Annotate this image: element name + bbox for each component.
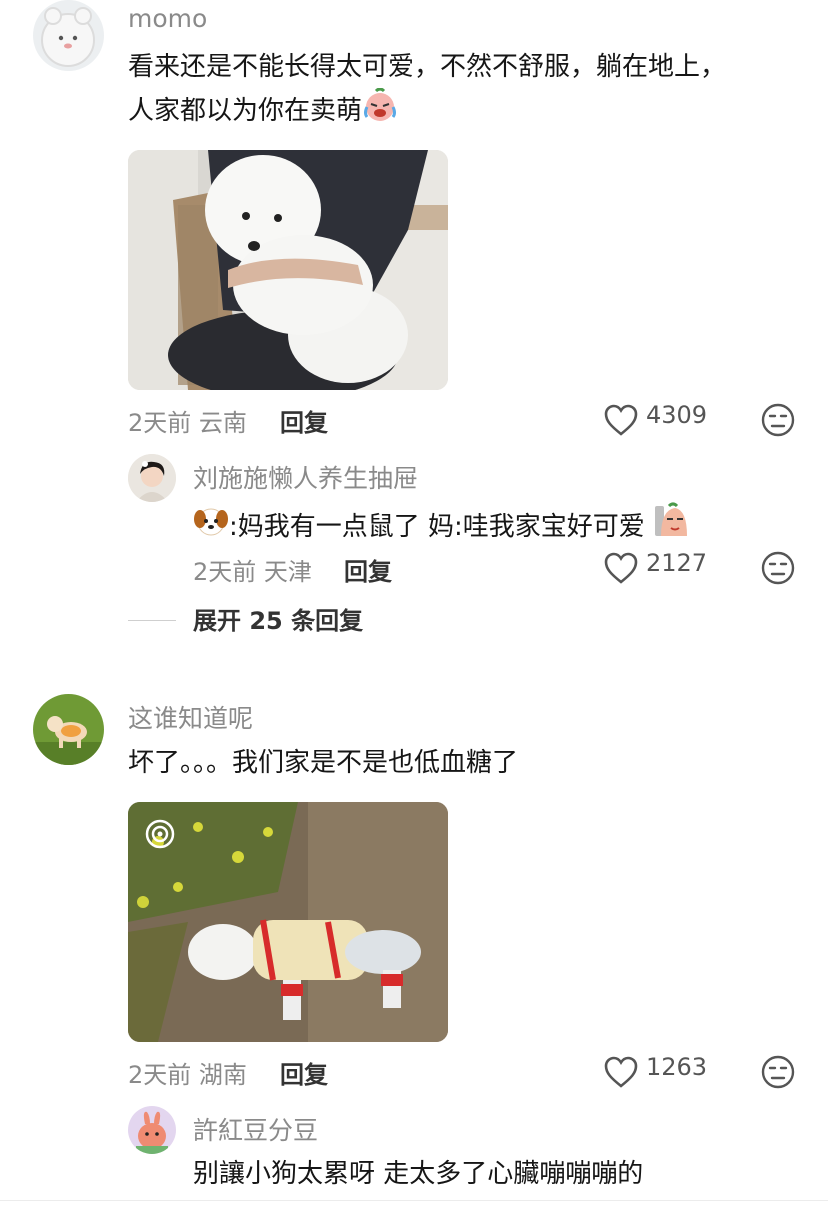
like-count: 2127 <box>646 549 708 577</box>
reply-username[interactable]: 刘施施懒人养生抽屉 <box>193 459 418 495</box>
avatar[interactable] <box>33 694 104 765</box>
reply-meta: 2天前 天津 <box>193 552 312 587</box>
reply-username[interactable]: 許紅豆分豆 <box>193 1111 318 1147</box>
sly-face-emoji-icon <box>653 502 689 553</box>
crying-laugh-emoji-icon <box>362 87 398 135</box>
expand-replies-button[interactable]: 展开 25 条回复 <box>193 601 363 636</box>
heart-icon[interactable] <box>603 403 639 441</box>
reply-location: 天津 <box>263 558 312 586</box>
comment-photo[interactable] <box>128 802 448 1042</box>
comment-meta: 2天前 湖南 <box>128 1055 247 1090</box>
comment-location: 湖南 <box>198 1061 247 1089</box>
comment-location: 云南 <box>198 409 247 437</box>
comment-username[interactable]: momo <box>128 4 207 33</box>
reply-text: 别讓小狗太累呀 走太多了心臟嘣嘣嘣的 <box>193 1159 644 1189</box>
comment-photo[interactable] <box>128 150 448 390</box>
divider <box>128 620 176 621</box>
avatar[interactable] <box>33 0 104 71</box>
avatar[interactable] <box>128 1106 176 1154</box>
reply-text: :妈我有一点鼠了 妈:哇我家宝好可爱 <box>193 502 689 553</box>
comment-text-line: 看来还是不能长得太可爱，不然不舒服，躺在地上， <box>128 52 727 82</box>
dislike-face-icon[interactable] <box>760 1054 796 1094</box>
comment-time: 2天前 <box>128 409 192 437</box>
comment-text: 坏了。。。我们家是不是也低血糖了 <box>128 748 519 778</box>
comment-meta: 2天前 云南 <box>128 403 247 438</box>
avatar[interactable] <box>128 454 176 502</box>
comment-text-line: 人家都以为你在卖萌 <box>128 87 808 135</box>
comment-username[interactable]: 这谁知道呢 <box>128 699 253 735</box>
like-count: 1263 <box>646 1053 708 1081</box>
comment-text: 看来还是不能长得太可爱，不然不舒服，躺在地上， 人家都以为你在卖萌 <box>128 47 808 135</box>
reply-button[interactable]: 回复 <box>280 403 328 438</box>
reply-button[interactable]: 回复 <box>344 552 392 587</box>
dislike-face-icon[interactable] <box>760 402 796 442</box>
reply-button[interactable]: 回复 <box>280 1055 328 1090</box>
heart-icon[interactable] <box>603 551 639 589</box>
comment-time: 2天前 <box>128 1061 192 1089</box>
like-count: 4309 <box>646 401 708 429</box>
heart-icon[interactable] <box>603 1055 639 1093</box>
reply-time: 2天前 <box>193 558 257 586</box>
dog-emoji-icon <box>193 504 229 551</box>
dislike-face-icon[interactable] <box>760 550 796 590</box>
bottom-divider <box>0 1200 828 1201</box>
